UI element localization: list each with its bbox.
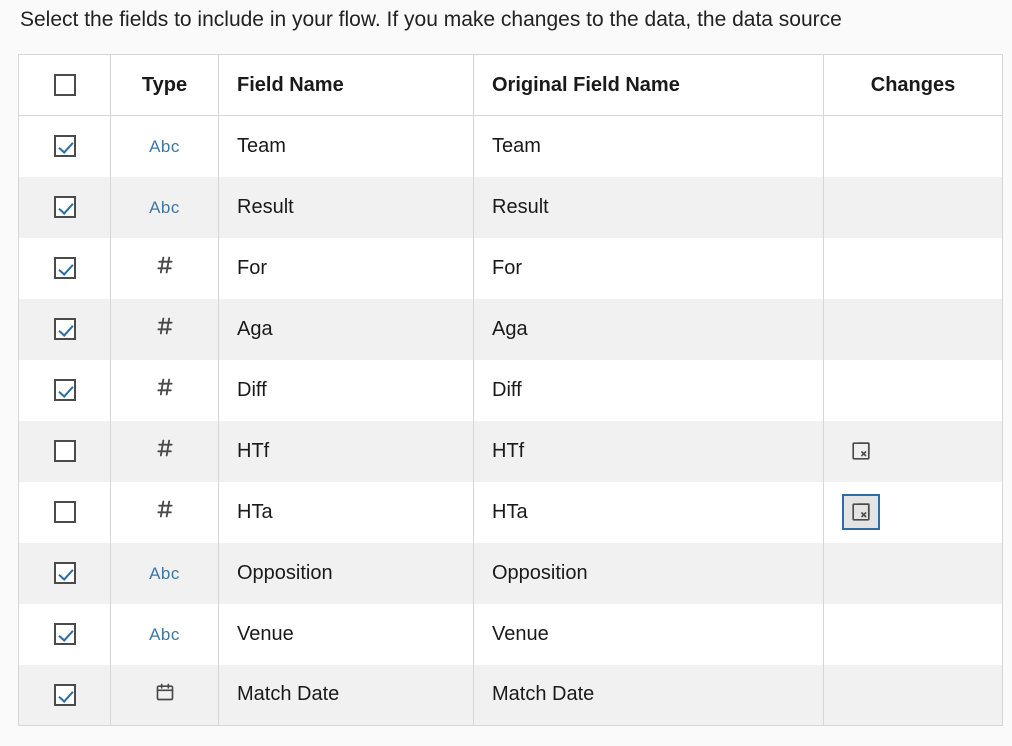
instruction-text: Select the fields to include in your flo… bbox=[20, 8, 1012, 32]
row-changes-cell bbox=[824, 421, 1003, 482]
row-checkbox[interactable] bbox=[54, 440, 76, 462]
row-field-name[interactable]: Venue bbox=[219, 604, 474, 665]
row-checkbox-cell bbox=[19, 360, 111, 421]
type-string-icon: Abc bbox=[149, 564, 180, 583]
row-type-cell[interactable] bbox=[111, 421, 219, 482]
row-type-cell[interactable] bbox=[111, 482, 219, 543]
row-checkbox[interactable] bbox=[54, 196, 76, 218]
header-field-name: Field Name bbox=[219, 55, 474, 116]
row-checkbox[interactable] bbox=[54, 135, 76, 157]
table-row: Match DateMatch Date bbox=[19, 665, 1003, 726]
row-checkbox[interactable] bbox=[54, 562, 76, 584]
table-row: Abc ResultResult bbox=[19, 177, 1003, 238]
row-checkbox-cell bbox=[19, 482, 111, 543]
row-changes-cell bbox=[824, 665, 1003, 726]
row-field-name[interactable]: Result bbox=[219, 177, 474, 238]
row-checkbox-cell bbox=[19, 421, 111, 482]
row-checkbox-cell bbox=[19, 604, 111, 665]
table-row: Abc TeamTeam bbox=[19, 116, 1003, 177]
type-string-icon: Abc bbox=[149, 198, 180, 217]
row-field-name[interactable]: HTa bbox=[219, 482, 474, 543]
row-field-name[interactable]: Team bbox=[219, 116, 474, 177]
row-original-field-name: For bbox=[474, 238, 824, 299]
row-type-cell[interactable]: Abc bbox=[111, 177, 219, 238]
table-row: ForFor bbox=[19, 238, 1003, 299]
row-checkbox[interactable] bbox=[54, 623, 76, 645]
row-original-field-name: Diff bbox=[474, 360, 824, 421]
row-checkbox[interactable] bbox=[54, 379, 76, 401]
type-number-icon bbox=[155, 255, 175, 275]
row-type-cell[interactable] bbox=[111, 238, 219, 299]
type-number-icon bbox=[155, 499, 175, 519]
table-row: Abc OppositionOpposition bbox=[19, 543, 1003, 604]
row-changes-cell bbox=[824, 238, 1003, 299]
row-changes-cell bbox=[824, 543, 1003, 604]
row-checkbox-cell bbox=[19, 116, 111, 177]
header-changes: Changes bbox=[824, 55, 1003, 116]
row-changes-cell bbox=[824, 360, 1003, 421]
row-field-name[interactable]: For bbox=[219, 238, 474, 299]
row-changes-cell bbox=[824, 604, 1003, 665]
type-string-icon: Abc bbox=[149, 137, 180, 156]
row-type-cell[interactable] bbox=[111, 299, 219, 360]
row-changes-cell bbox=[824, 177, 1003, 238]
type-string-icon: Abc bbox=[149, 625, 180, 644]
field-removed-icon[interactable] bbox=[844, 435, 878, 467]
row-original-field-name: Venue bbox=[474, 604, 824, 665]
type-number-icon bbox=[155, 316, 175, 336]
row-type-cell[interactable] bbox=[111, 360, 219, 421]
row-field-name[interactable]: HTf bbox=[219, 421, 474, 482]
header-original-field-name: Original Field Name bbox=[474, 55, 824, 116]
row-field-name[interactable]: Aga bbox=[219, 299, 474, 360]
row-type-cell[interactable] bbox=[111, 665, 219, 726]
row-checkbox-cell bbox=[19, 177, 111, 238]
type-number-icon bbox=[155, 438, 175, 458]
row-original-field-name: Result bbox=[474, 177, 824, 238]
row-original-field-name: Opposition bbox=[474, 543, 824, 604]
header-checkbox-cell bbox=[19, 55, 111, 116]
type-date-icon bbox=[155, 682, 175, 702]
row-type-cell[interactable]: Abc bbox=[111, 116, 219, 177]
row-checkbox[interactable] bbox=[54, 257, 76, 279]
row-checkbox[interactable] bbox=[54, 501, 76, 523]
row-field-name[interactable]: Match Date bbox=[219, 665, 474, 726]
row-changes-cell bbox=[824, 482, 1003, 543]
row-checkbox-cell bbox=[19, 299, 111, 360]
row-original-field-name: Aga bbox=[474, 299, 824, 360]
table-header-row: Type Field Name Original Field Name Chan… bbox=[19, 55, 1003, 116]
type-number-icon bbox=[155, 377, 175, 397]
row-changes-cell bbox=[824, 299, 1003, 360]
row-changes-cell bbox=[824, 116, 1003, 177]
row-checkbox[interactable] bbox=[54, 318, 76, 340]
row-checkbox-cell bbox=[19, 665, 111, 726]
row-field-name[interactable]: Opposition bbox=[219, 543, 474, 604]
row-checkbox-cell bbox=[19, 238, 111, 299]
field-removed-icon[interactable] bbox=[844, 496, 878, 528]
field-selection-table: Type Field Name Original Field Name Chan… bbox=[18, 54, 1003, 726]
table-row: Abc VenueVenue bbox=[19, 604, 1003, 665]
row-field-name[interactable]: Diff bbox=[219, 360, 474, 421]
select-all-checkbox[interactable] bbox=[54, 74, 76, 96]
row-checkbox[interactable] bbox=[54, 684, 76, 706]
table-row: HTfHTf bbox=[19, 421, 1003, 482]
row-type-cell[interactable]: Abc bbox=[111, 543, 219, 604]
header-type: Type bbox=[111, 55, 219, 116]
row-original-field-name: HTf bbox=[474, 421, 824, 482]
row-original-field-name: Team bbox=[474, 116, 824, 177]
row-type-cell[interactable]: Abc bbox=[111, 604, 219, 665]
row-original-field-name: Match Date bbox=[474, 665, 824, 726]
table-row: AgaAga bbox=[19, 299, 1003, 360]
table-row: HTaHTa bbox=[19, 482, 1003, 543]
table-row: DiffDiff bbox=[19, 360, 1003, 421]
row-checkbox-cell bbox=[19, 543, 111, 604]
row-original-field-name: HTa bbox=[474, 482, 824, 543]
